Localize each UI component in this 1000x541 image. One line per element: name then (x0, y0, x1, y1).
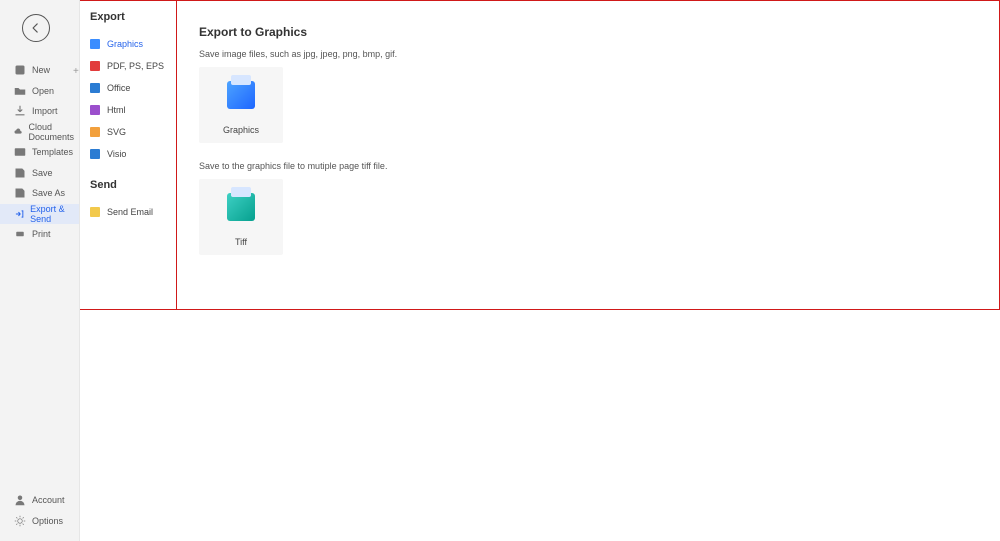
menu-export-send[interactable]: Export & Send (0, 204, 79, 224)
email-icon (90, 207, 100, 217)
svg-icon (90, 127, 100, 137)
menu-label: Open (32, 86, 54, 96)
menu-open[interactable]: Open (0, 81, 79, 101)
export-item-html[interactable]: Html (90, 99, 176, 121)
menu-label: Save (32, 168, 53, 178)
menu-label: New (32, 65, 50, 75)
card-label: Tiff (199, 237, 283, 247)
html-icon (90, 105, 100, 115)
arrow-left-icon (29, 21, 43, 35)
graphics-file-icon (227, 81, 255, 109)
graphics-icon (90, 39, 100, 49)
panel-item-label: PDF, PS, EPS (107, 61, 164, 71)
menu-cloud-documents[interactable]: Cloud Documents (0, 122, 79, 142)
menu-save[interactable]: Save (0, 163, 79, 183)
menu-label: Save As (32, 188, 65, 198)
menu-label: Import (32, 106, 58, 116)
tiff-file-icon (227, 193, 255, 221)
menu-save-as[interactable]: Save As (0, 183, 79, 203)
menu-account[interactable]: Account (0, 490, 79, 510)
panel-item-label: Html (107, 105, 126, 115)
content-desc-2: Save to the graphics file to mutiple pag… (199, 161, 999, 171)
menu-label: Print (32, 229, 51, 239)
export-item-pdf[interactable]: PDF, PS, EPS (90, 55, 176, 77)
menu-label: Cloud Documents (28, 122, 79, 142)
menu-templates[interactable]: Templates (0, 142, 79, 162)
back-button[interactable] (22, 14, 50, 42)
content-desc-1: Save image files, such as jpg, jpeg, png… (199, 49, 999, 59)
export-item-svg[interactable]: SVG (90, 121, 176, 143)
panel-item-label: Office (107, 83, 130, 93)
menu-label: Options (32, 516, 63, 526)
menu-import[interactable]: Import (0, 101, 79, 121)
export-item-visio[interactable]: Visio (90, 143, 176, 165)
menu-label: Export & Send (30, 204, 79, 224)
menu-label: Account (32, 495, 65, 505)
card-graphics[interactable]: Graphics (199, 67, 283, 143)
export-item-office[interactable]: Office (90, 77, 176, 99)
pdf-icon (90, 61, 100, 71)
office-icon (90, 83, 100, 93)
send-item-email[interactable]: Send Email (90, 201, 176, 223)
visio-icon (90, 149, 100, 159)
menu-print[interactable]: Print (0, 224, 79, 244)
menu-new[interactable]: New (0, 60, 79, 80)
content-title: Export to Graphics (199, 25, 999, 39)
menu-label: Templates (32, 147, 73, 157)
card-tiff[interactable]: Tiff (199, 179, 283, 255)
panel-item-label: Visio (107, 149, 126, 159)
menu-options[interactable]: Options (0, 511, 79, 531)
panel-item-label: Send Email (107, 207, 153, 217)
add-tab-icon[interactable]: + (73, 66, 79, 77)
export-item-graphics[interactable]: Graphics (90, 33, 176, 55)
send-heading: Send (90, 179, 176, 191)
export-heading: Export (90, 11, 176, 23)
panel-item-label: SVG (107, 127, 126, 137)
card-label: Graphics (199, 125, 283, 135)
panel-item-label: Graphics (107, 39, 143, 49)
